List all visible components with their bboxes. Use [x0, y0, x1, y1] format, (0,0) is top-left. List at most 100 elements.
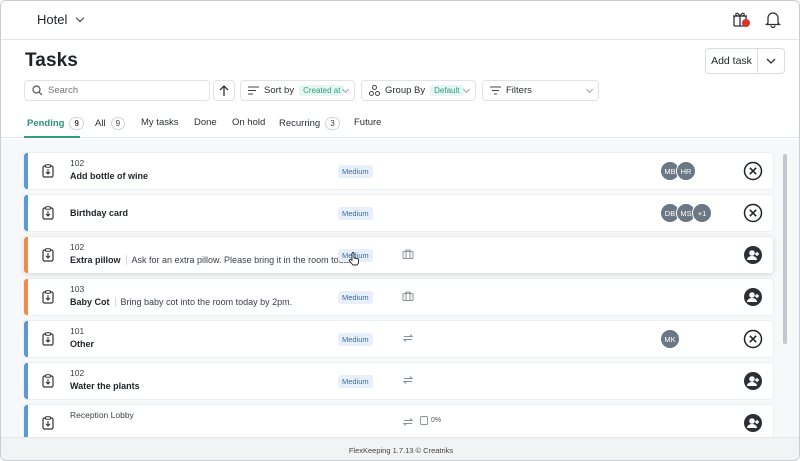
avatar: HR [676, 161, 696, 181]
task-row[interactable]: Birthday card Medium DB MS +1 [24, 195, 773, 231]
footer: FlexKeeping 1.7.13 © Creatriks [1, 437, 799, 460]
priority-badge: Medium [338, 291, 373, 304]
gift-notification-icon[interactable] [731, 10, 751, 28]
tab-recurring[interactable]: Recurring 3 [279, 117, 340, 130]
priority-bar [24, 405, 28, 437]
tab-label: Pending [27, 118, 65, 129]
bell-icon[interactable] [765, 10, 781, 28]
assignees[interactable]: DB MS +1 [660, 203, 712, 223]
task-room: 103 [70, 284, 85, 294]
group-by-label: Group By [385, 85, 426, 96]
task-room: 102 [70, 242, 85, 252]
add-task-split-button: Add task [705, 48, 785, 74]
tab-count: 3 [325, 117, 340, 130]
page-title: Tasks [25, 50, 78, 71]
close-circle-icon[interactable] [743, 329, 763, 349]
app-window: Hotel Tasks Add task Sort by Created at [0, 0, 800, 461]
task-title: Baby Cot [70, 297, 110, 307]
clipboard-icon [42, 290, 54, 304]
sort-by-dropdown[interactable]: Sort by Created at [240, 80, 355, 101]
clipboard-icon [42, 206, 54, 220]
task-row[interactable]: 102 Extra pillow Ask for an extra pillow… [24, 237, 773, 273]
assign-user-icon[interactable] [743, 245, 763, 265]
task-row[interactable]: Reception Lobby 0% [24, 405, 773, 437]
tab-my-tasks[interactable]: My tasks [141, 117, 178, 128]
assign-user-icon[interactable] [743, 287, 763, 307]
priority-bar [24, 279, 28, 315]
close-circle-icon[interactable] [743, 203, 763, 223]
task-name: Other [70, 339, 94, 349]
task-room: 102 [70, 368, 85, 378]
sort-by-value: Created at [299, 85, 345, 96]
tab-future[interactable]: Future [354, 117, 381, 128]
tab-pending[interactable]: Pending 9 [27, 117, 84, 130]
avatar: MK [660, 329, 680, 349]
task-row[interactable]: 101 Other Medium MK [24, 321, 773, 357]
priority-bar [24, 195, 28, 231]
search-box [24, 80, 210, 101]
property-name: Hotel [37, 12, 68, 27]
tab-label: Future [354, 117, 382, 128]
clipboard-icon [42, 332, 54, 346]
close-circle-icon[interactable] [743, 161, 763, 181]
tab-label: Recurring [279, 118, 321, 129]
tab-done[interactable]: Done [194, 117, 217, 128]
task-title: Water the plants [70, 381, 140, 391]
add-task-dropdown-button[interactable] [758, 49, 784, 73]
clipboard-icon [42, 374, 54, 388]
tab-on-hold[interactable]: On hold [232, 117, 265, 128]
filters-dropdown[interactable]: Filters [482, 80, 599, 101]
assignees[interactable]: MK [660, 329, 680, 349]
tab-label: Done [194, 117, 217, 128]
group-by-dropdown[interactable]: Group By Default [361, 80, 476, 101]
chevron-down-icon [585, 85, 594, 94]
task-name: Add bottle of wine [70, 171, 148, 181]
task-title: Extra pillow [70, 255, 121, 265]
tab-count: 9 [69, 117, 84, 130]
suitcase-icon [402, 291, 414, 301]
suitcase-icon [402, 249, 414, 259]
tab-label: All [95, 118, 106, 129]
task-row[interactable]: 103 Baby Cot Bring baby cot into the roo… [24, 279, 773, 315]
repeat-icon [402, 376, 414, 384]
tab-label: My tasks [141, 117, 179, 128]
task-row[interactable]: 102 Water the plants Medium [24, 363, 773, 399]
search-input[interactable] [48, 85, 198, 96]
clipboard-icon [42, 248, 54, 262]
clipboard-icon [42, 164, 54, 178]
status-tabs: Pending 9 All 9 My tasks Done On hold Re… [1, 111, 799, 138]
group-by-value: Default [430, 85, 464, 96]
add-task-button[interactable]: Add task [706, 49, 758, 73]
arrow-up-icon [219, 84, 229, 96]
checklist-icon [420, 416, 428, 425]
group-icon [369, 85, 380, 96]
avatar-more: +1 [692, 203, 712, 223]
sort-by-label: Sort by [264, 85, 295, 96]
priority-badge: Medium [338, 207, 373, 220]
search-icon [32, 85, 43, 96]
task-name: Water the plants [70, 381, 140, 391]
chevron-down-icon [462, 85, 471, 94]
task-list: 102 Add bottle of wine Medium MB HR Birt… [1, 139, 799, 437]
task-room: Reception Lobby [70, 410, 134, 420]
assign-user-icon[interactable] [743, 371, 763, 391]
filters-label: Filters [506, 85, 532, 96]
task-description: Ask for an extra pillow. Please bring it… [125, 255, 356, 265]
task-room: 102 [70, 158, 85, 168]
task-name: Birthday card [70, 208, 128, 218]
tab-label: On hold [232, 117, 266, 128]
tab-all[interactable]: All 9 [95, 117, 126, 130]
task-title: Add bottle of wine [70, 171, 148, 181]
active-tab-indicator [24, 136, 80, 138]
sort-lines-icon [248, 86, 259, 95]
checklist-percent: 0% [431, 417, 442, 424]
priority-bar [24, 363, 28, 399]
list-scrollbar[interactable] [783, 154, 787, 344]
property-selector[interactable]: Hotel [37, 12, 85, 27]
priority-badge: Medium [338, 375, 373, 388]
assign-user-icon[interactable] [743, 413, 763, 433]
assignees[interactable]: MB HR [660, 161, 696, 181]
checklist-progress: 0% [420, 416, 441, 425]
sort-direction-button[interactable] [213, 80, 235, 101]
task-row[interactable]: 102 Add bottle of wine Medium MB HR [24, 153, 773, 189]
